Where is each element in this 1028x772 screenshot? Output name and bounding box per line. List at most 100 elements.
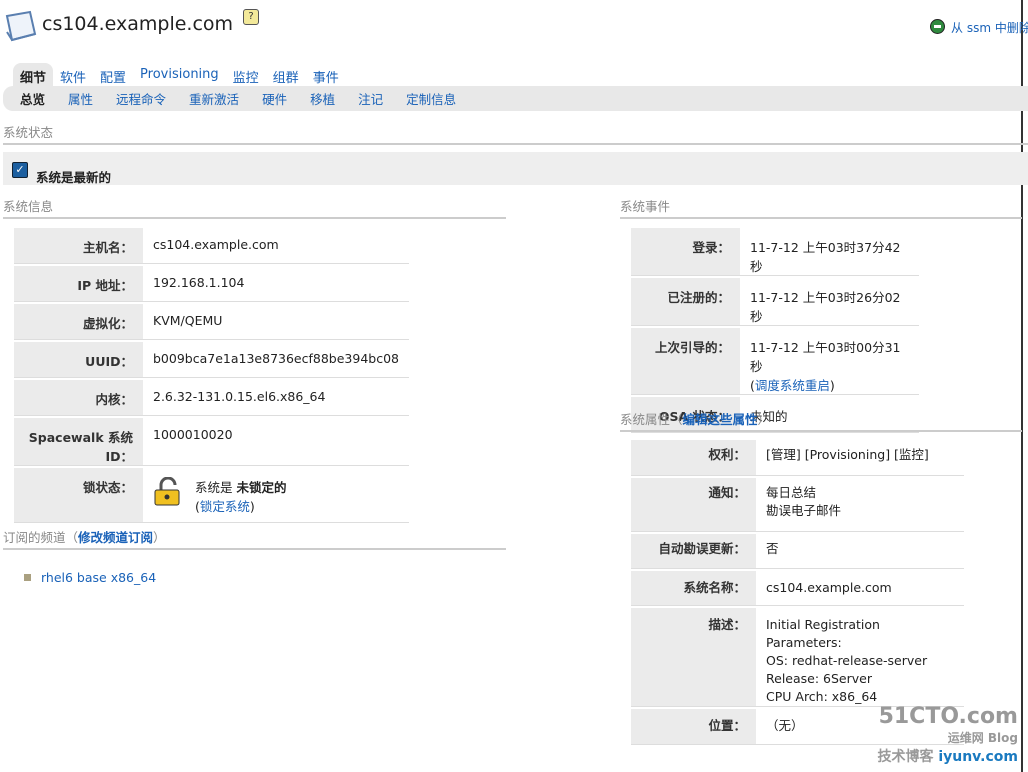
value: 11-7-12 上午03时37分42秒 [740, 228, 919, 276]
table-row: 描述： Initial Registration Parameters: OS: r… [631, 608, 964, 707]
label: 内核： [14, 380, 143, 416]
label: 系统名称： [631, 571, 756, 606]
lock-prefix: 系统是 [195, 480, 237, 495]
subtab-overview[interactable]: 总览 [20, 89, 45, 108]
subtab-remote-command[interactable]: 远程命令 [116, 89, 166, 108]
label: UUID： [14, 342, 143, 378]
tab-details[interactable]: 细节 [13, 63, 54, 87]
table-row: 内核： 2.6.32-131.0.15.el6.x86_64 [14, 380, 409, 416]
system-info-table: 主机名： cs104.example.com IP 地址： 192.168.1.10… [14, 226, 409, 525]
lock-state: 未锁定的 [236, 480, 287, 495]
watermark-line: 51CTO.com [878, 704, 1018, 729]
subtab-properties[interactable]: 属性 [68, 89, 93, 108]
value: 每日总结勘误电子邮件 [756, 478, 964, 532]
table-row: 已注册的： 11-7-12 上午03时26分02秒 [631, 278, 919, 326]
label: 已注册的： [631, 278, 740, 326]
tab-monitoring[interactable]: 监控 [226, 63, 266, 87]
subtab-notes[interactable]: 注记 [358, 89, 383, 108]
label: 位置： [631, 709, 756, 745]
value: 11-7-12 上午03时26分02秒 [740, 278, 919, 326]
line: Release: 6Server [766, 671, 872, 686]
section-system-status: 系统状态 [3, 122, 1028, 145]
page-title: cs104.example.com [42, 13, 234, 35]
label: IP 地址： [14, 266, 143, 302]
value: 否 [756, 534, 964, 569]
value: 192.168.1.104 [143, 266, 409, 302]
lock-status: 系统是 未锁定的 (锁定系统) [143, 468, 409, 523]
value: 11-7-12 上午03时00分31秒 (调度系统重启) [740, 328, 919, 395]
table-row: 自动勘误更新：否 [631, 534, 964, 569]
tab-configuration[interactable]: 配置 [93, 63, 133, 87]
watermark: 51CTO.com 运维网 Blog 技术博客 iyunv.com [877, 704, 1018, 766]
edit-properties-link[interactable]: 编辑这些属性 [683, 412, 758, 427]
table-row: 主机名： cs104.example.com [14, 228, 409, 264]
props-heading: 系统属性（ [620, 412, 683, 427]
tab-groups[interactable]: 组群 [266, 63, 306, 87]
table-row: 锁状态： 系统是 未锁定的 (锁定系统) [14, 468, 409, 523]
value: 1000010020 [143, 418, 409, 466]
channels-heading-end: ） [153, 530, 166, 545]
subtab-custom-info[interactable]: 定制信息 [406, 89, 456, 108]
bullet-icon [24, 574, 31, 581]
section-channels: 订阅的频道（修改频道订阅） [3, 527, 506, 550]
table-row: 上次引导的： 11-7-12 上午03时00分31秒 (调度系统重启) [631, 328, 919, 395]
table-row: 通知： 每日总结 勘误电子邮件 [631, 478, 964, 532]
delete-from-ssm-link[interactable]: 从 ssm 中删除 [930, 19, 1028, 36]
label: 权利： [631, 440, 756, 476]
tab-events[interactable]: 事件 [306, 63, 346, 87]
label: 通知： [631, 478, 756, 532]
section-system-info: 系统信息 [3, 196, 506, 219]
checkmark-icon: ✓ [12, 162, 28, 178]
value: 2.6.32-131.0.15.el6.x86_64 [143, 380, 409, 416]
system-properties-table: 权利： [管理] [Provisioning] [监控] 通知： 每日总结 勘误电子邮… [631, 438, 964, 747]
label: 主机名： [14, 228, 143, 264]
table-row: 权利： [管理] [Provisioning] [监控] [631, 440, 964, 476]
watermark-line: 技术博客 [877, 749, 934, 765]
line: Initial Registration Parameters: [766, 617, 880, 650]
label: 锁状态： [14, 468, 143, 523]
subtab-migrate[interactable]: 移植 [310, 89, 335, 108]
value: KVM/QEMU [143, 304, 409, 340]
lock-system-link[interactable]: 锁定系统 [200, 499, 250, 514]
unlocked-padlock-icon [154, 477, 180, 506]
label: 描述： [631, 608, 756, 707]
system-events-table: 登录： 11-7-12 上午03时37分42秒 已注册的： 11-7-12 上午03… [631, 226, 919, 435]
label: Spacewalk 系统 ID： [14, 418, 143, 466]
value: Initial Registration Parameters: OS: redh… [756, 608, 964, 707]
schedule-reboot-link[interactable]: 调度系统重启 [755, 378, 830, 393]
table-row: Spacewalk 系统 ID： 1000010020 [14, 418, 409, 466]
tab-provisioning[interactable]: Provisioning [133, 63, 226, 87]
line: 每日总结 [766, 485, 817, 500]
label: 上次引导的： [631, 328, 740, 395]
last-boot-value: 11-7-12 上午03时00分31秒 [750, 340, 901, 374]
value: cs104.example.com [756, 571, 964, 606]
delete-label: 从 ssm 中删除 [951, 21, 1028, 35]
subtab-reactivation[interactable]: 重新激活 [189, 89, 239, 108]
help-icon[interactable]: ? [243, 9, 259, 25]
edit-channel-subscriptions-link[interactable]: 修改频道订阅 [78, 530, 153, 545]
section-system-events: 系统事件 [620, 196, 1022, 219]
value: b009bca7e1a13e8736ecf88be394bc08 [143, 342, 409, 378]
channel-link[interactable]: rhel6 base x86_64 [41, 570, 156, 585]
label: 登录： [631, 228, 740, 276]
label: 虚拟化： [14, 304, 143, 340]
value: cs104.example.com [143, 228, 409, 264]
channels-heading: 订阅的频道（ [3, 530, 79, 545]
watermark-line: 运维网 Blog [947, 731, 1018, 745]
table-row: 虚拟化： KVM/QEMU [14, 304, 409, 340]
subtab-hardware[interactable]: 硬件 [262, 89, 287, 108]
line: 勘误电子邮件 [766, 503, 842, 518]
line: OS: redhat-release-server [766, 653, 928, 668]
props-heading-end: ） [757, 412, 771, 427]
table-row: UUID： b009bca7e1a13e8736ecf88be394bc08 [14, 342, 409, 378]
watermark-line: iyunv.com [938, 749, 1018, 765]
window-border [1021, 0, 1023, 772]
table-row: 系统名称： cs104.example.com [631, 571, 964, 606]
status-band [3, 152, 1028, 185]
tab-software[interactable]: 软件 [53, 63, 93, 87]
minus-circle-icon [930, 19, 945, 34]
table-row: IP 地址： 192.168.1.104 [14, 266, 409, 302]
table-row: 登录： 11-7-12 上午03时37分42秒 [631, 228, 919, 276]
sub-tabs: 总览 属性 远程命令 重新激活 硬件 移植 注记 定制信息 [3, 86, 1028, 111]
label: 自动勘误更新： [631, 534, 756, 569]
